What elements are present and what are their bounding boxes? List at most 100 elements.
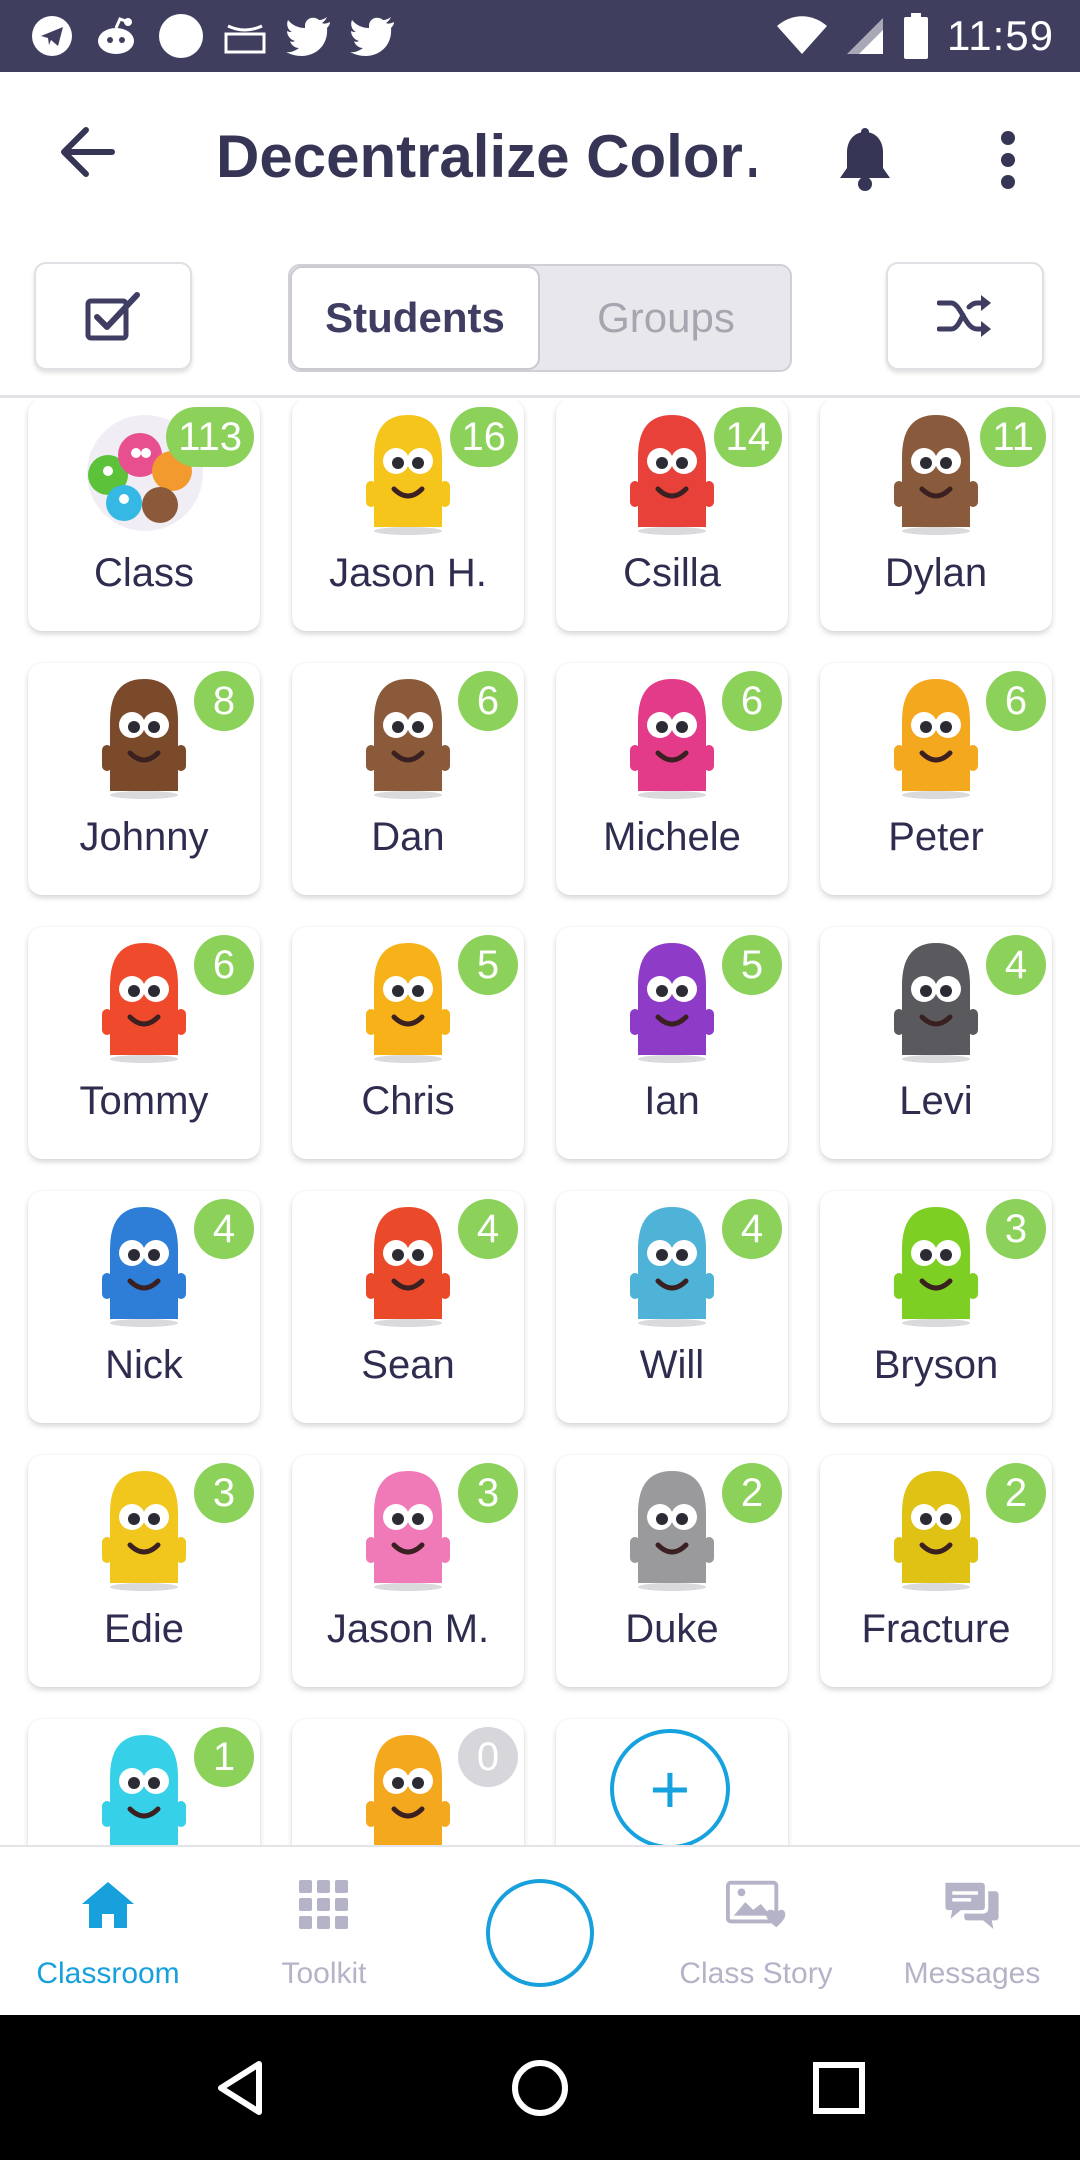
add-student-card[interactable]: + [556, 1719, 788, 1845]
student-name: Class [93, 551, 195, 595]
camera-circle-icon[interactable] [486, 1879, 594, 1987]
battery-icon [903, 13, 929, 59]
student-card[interactable]: 3 Edie [28, 1455, 260, 1687]
student-card[interactable]: 2 Fracture [820, 1455, 1052, 1687]
student-name: Will [639, 1343, 705, 1387]
nav-label: Toolkit [281, 1957, 367, 1990]
points-badge: 6 [986, 671, 1046, 731]
nav-label: Messages [903, 1957, 1041, 1990]
nav-class-story[interactable]: Class Story [656, 1847, 856, 2017]
student-name: Edie [103, 1607, 185, 1651]
points-badge: 8 [194, 671, 254, 731]
student-avatar [94, 1729, 194, 1845]
wifi-icon [777, 16, 827, 56]
student-card[interactable]: 4 Sean [292, 1191, 524, 1423]
student-grid: 113 Class 16 Jason H. 14 Csilla 11 Dylan 8 Johnny… [0, 401, 1080, 1845]
student-card[interactable]: 1 [28, 1719, 260, 1845]
points-badge: 6 [194, 935, 254, 995]
student-name: Levi [899, 1079, 973, 1123]
points-badge: 11 [980, 407, 1046, 467]
add-student-button[interactable]: + [610, 1729, 730, 1845]
nav-toolkit[interactable]: Toolkit [224, 1847, 424, 2017]
app-bar: Decentralize Color… [0, 72, 1080, 242]
student-avatar [358, 937, 458, 1065]
student-avatar [358, 1201, 458, 1329]
points-badge: 14 [713, 407, 782, 467]
points-badge: 3 [986, 1199, 1046, 1259]
chat-icon [942, 1875, 1002, 1935]
points-badge: 4 [458, 1199, 518, 1259]
student-card[interactable]: 11 Dylan [820, 401, 1052, 631]
amazon-icon [222, 14, 268, 58]
nav-label: Class Story [679, 1957, 833, 1990]
student-name: Michele [603, 815, 741, 859]
shuffle-icon [937, 295, 991, 337]
clock: 11:59 [947, 12, 1054, 59]
student-avatar [622, 1201, 722, 1329]
home-icon [78, 1875, 138, 1935]
student-avatar [886, 673, 986, 801]
points-badge: 113 [166, 407, 254, 467]
student-name: Csilla [623, 551, 721, 595]
student-avatar [622, 937, 722, 1065]
twitter-icon [286, 16, 332, 56]
student-avatar [886, 409, 986, 537]
points-badge: 6 [722, 671, 782, 731]
student-name: Fracture [861, 1607, 1011, 1651]
student-card[interactable]: 14 Csilla [556, 401, 788, 631]
class-card[interactable]: 113 Class [28, 401, 260, 631]
student-name: Bryson [873, 1343, 999, 1387]
student-card[interactable]: 3 Bryson [820, 1191, 1052, 1423]
student-avatar [94, 673, 194, 801]
student-card[interactable]: 4 Levi [820, 927, 1052, 1159]
student-card[interactable]: 4 Nick [28, 1191, 260, 1423]
student-avatar [358, 1729, 458, 1845]
points-badge: 6 [458, 671, 518, 731]
student-card[interactable]: 3 Jason M. [292, 1455, 524, 1687]
view-toggle: Students Groups [288, 264, 792, 372]
student-card[interactable]: 2 Duke [556, 1455, 788, 1687]
student-card[interactable]: 16 Jason H. [292, 401, 524, 631]
tab-students[interactable]: Students [290, 266, 540, 370]
student-card[interactable]: 0 [292, 1719, 524, 1845]
random-picker-button[interactable] [886, 262, 1044, 370]
points-badge: 2 [722, 1463, 782, 1523]
student-avatar [358, 1465, 458, 1593]
recents-square-icon[interactable] [794, 2043, 884, 2133]
student-card[interactable]: 6 Peter [820, 663, 1052, 895]
android-nav-bar [0, 2015, 1080, 2160]
home-circle-icon[interactable] [495, 2043, 585, 2133]
student-name: Johnny [79, 815, 209, 859]
grid-icon [294, 1875, 354, 1935]
back-triangle-icon[interactable] [196, 2043, 286, 2133]
select-multiple-button[interactable] [34, 262, 192, 370]
back-button[interactable] [48, 112, 128, 192]
student-avatar [94, 1201, 194, 1329]
student-card[interactable]: 4 Will [556, 1191, 788, 1423]
arrow-left-icon [61, 127, 115, 177]
notifications-button[interactable] [820, 120, 910, 200]
student-card[interactable]: 8 Johnny [28, 663, 260, 895]
student-card[interactable]: 6 Michele [556, 663, 788, 895]
student-avatar [622, 673, 722, 801]
points-badge: 4 [986, 935, 1046, 995]
student-card[interactable]: 6 Tommy [28, 927, 260, 1159]
toolbar: Students Groups [0, 242, 1080, 398]
student-avatar [358, 409, 458, 537]
student-name: Chris [361, 1079, 455, 1123]
student-avatar [886, 937, 986, 1065]
student-avatar [622, 1465, 722, 1593]
points-badge: 5 [722, 935, 782, 995]
student-name: Peter [888, 815, 984, 859]
student-name: Dylan [884, 551, 988, 595]
student-card[interactable]: 5 Chris [292, 927, 524, 1159]
student-name: Tommy [79, 1079, 209, 1123]
points-badge: 4 [722, 1199, 782, 1259]
tab-groups[interactable]: Groups [542, 266, 790, 370]
student-card[interactable]: 5 Ian [556, 927, 788, 1159]
nav-classroom[interactable]: Classroom [8, 1847, 208, 2017]
more-options-button[interactable] [968, 120, 1048, 200]
student-card[interactable]: 6 Dan [292, 663, 524, 895]
student-name: Dan [371, 815, 445, 859]
nav-messages[interactable]: Messages [872, 1847, 1072, 2017]
